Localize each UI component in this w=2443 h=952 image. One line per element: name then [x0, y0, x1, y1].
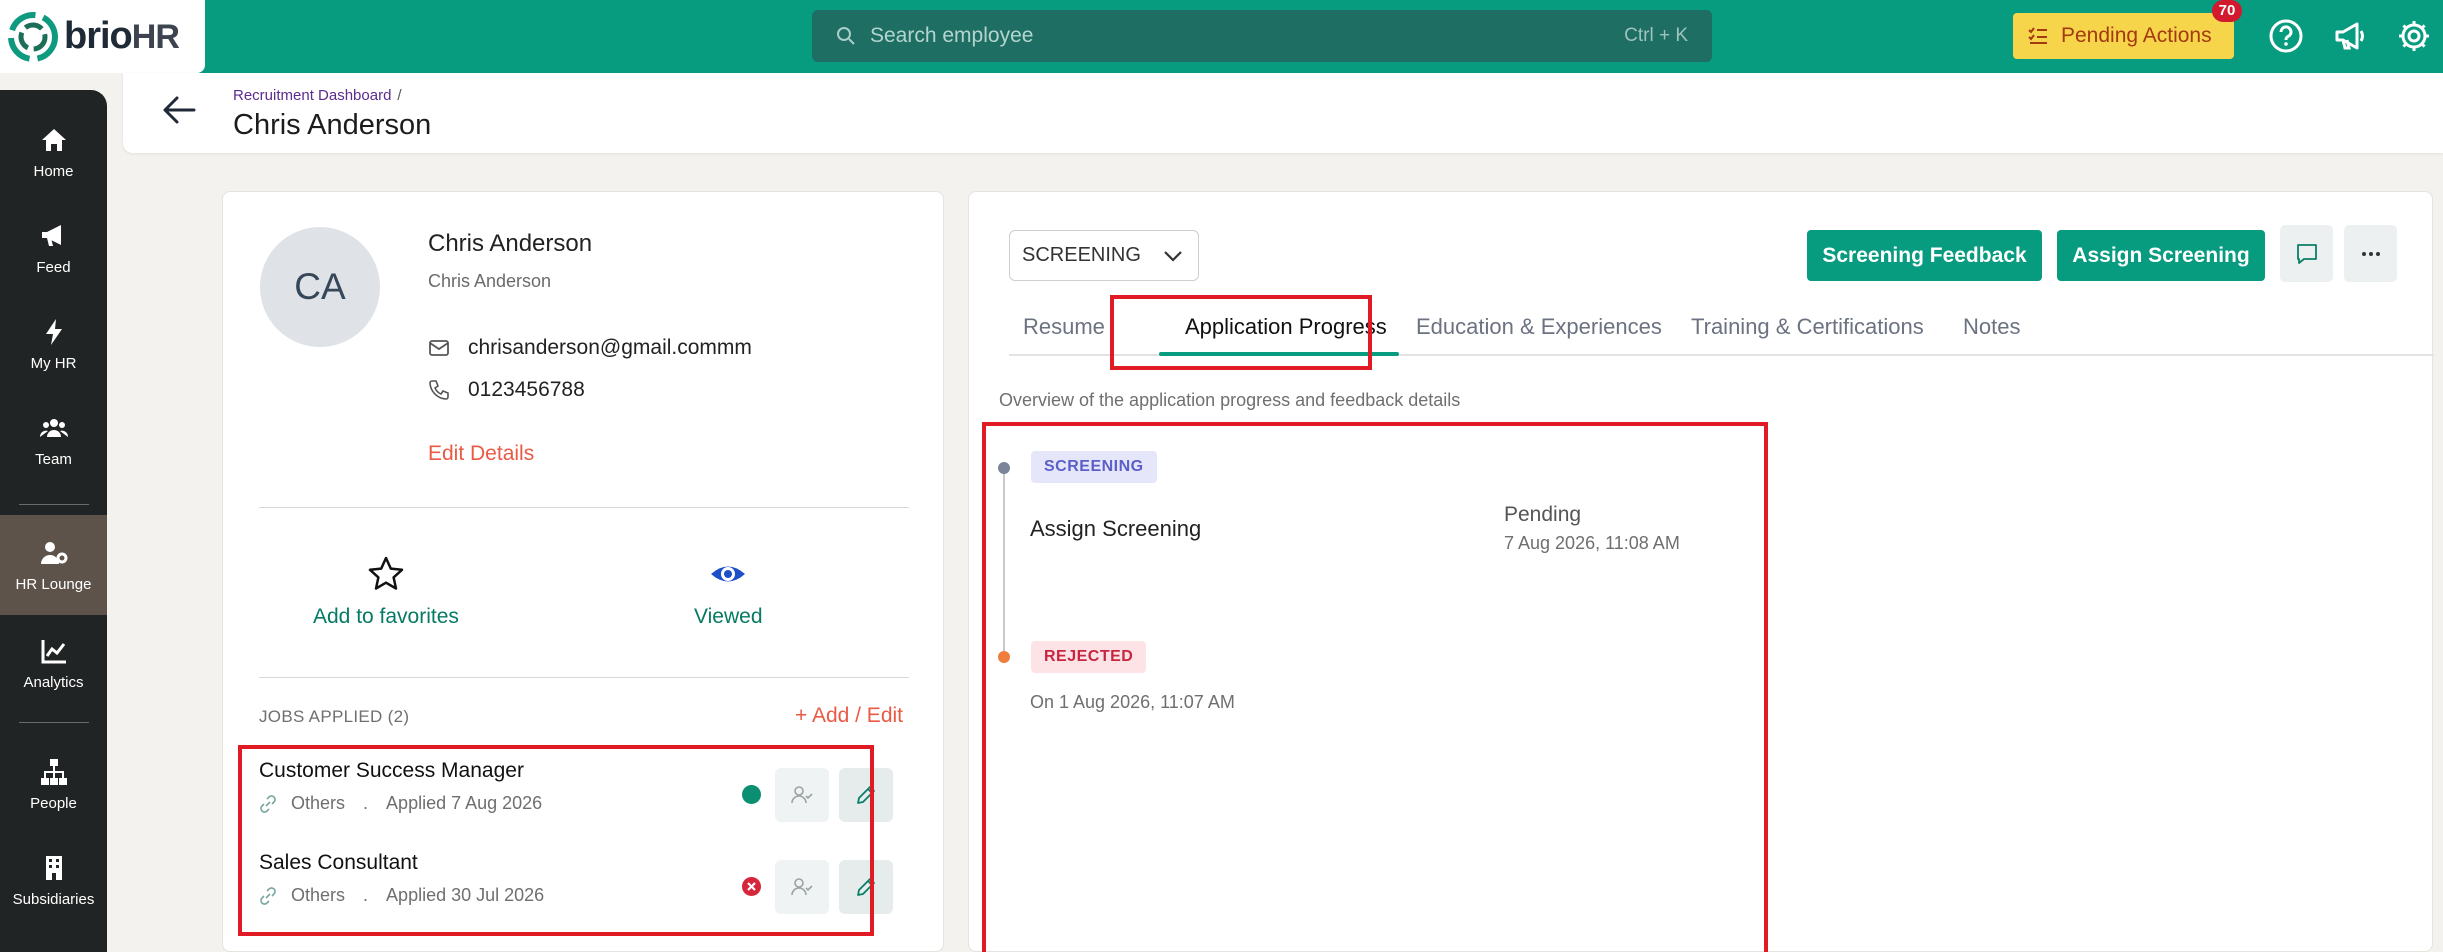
chart-icon [41, 639, 66, 663]
checklist-icon [2028, 27, 2047, 44]
help-icon[interactable] [2268, 18, 2304, 54]
sidebar-item-home[interactable]: Home [0, 106, 107, 198]
pending-actions-button[interactable]: Pending Actions [2013, 13, 2234, 59]
candidate-profile-card: CA Chris Anderson Chris Anderson chrisan… [222, 191, 944, 952]
viewed-indicator: Viewed [694, 555, 763, 629]
candidate-phone: 0123456788 [468, 378, 585, 401]
sidebar-item-my-hr[interactable]: My HR [0, 298, 107, 390]
add-to-favorites-label: Add to favorites [313, 605, 459, 628]
sidebar-divider [19, 722, 89, 723]
home-icon [41, 128, 66, 151]
sidebar-item-team[interactable]: Team [0, 394, 107, 486]
comment-button[interactable] [2280, 225, 2333, 282]
sidebar-item-label: Home [33, 162, 74, 180]
more-options-button[interactable] [2344, 225, 2397, 282]
pending-count-badge: 70 [2212, 0, 2242, 22]
jobs-applied-title: JOBS APPLIED (2) [259, 707, 410, 726]
sidebar-item-label: HR Lounge [15, 575, 92, 593]
email-row: chrisanderson@gmail.commm [428, 336, 752, 360]
candidate-subtitle: Chris Anderson [428, 271, 552, 291]
chevron-down-icon [1164, 250, 1182, 262]
sidebar-item-analytics[interactable]: Analytics [0, 617, 107, 709]
mail-icon [429, 340, 449, 356]
stage-select[interactable]: SCREENING [1009, 230, 1199, 281]
phone-row: 0123456788 [428, 378, 585, 402]
tab-notes[interactable]: Notes [1963, 314, 2020, 340]
edit-details-link[interactable]: Edit Details [428, 442, 534, 466]
sidebar-item-label: People [30, 794, 77, 812]
search-icon [837, 27, 855, 45]
highlight-box [1110, 295, 1372, 370]
bolt-icon [45, 318, 62, 345]
user-gear-icon [40, 541, 67, 564]
page-header: Recruitment Dashboard / Chris Anderson [123, 73, 2443, 153]
search-shortcut: Ctrl + K [1624, 25, 1688, 46]
brand-name: brioHR [64, 15, 180, 57]
sidebar-item-feed[interactable]: Feed [0, 202, 107, 294]
stage-value: SCREENING [1022, 244, 1141, 266]
assign-screening-button[interactable]: Assign Screening [2057, 230, 2265, 281]
sidebar-item-label: Team [35, 450, 72, 468]
sidebar-item-hr-lounge[interactable]: HR Lounge [0, 515, 107, 615]
pending-actions-label: Pending Actions [2061, 24, 2212, 47]
eye-icon [711, 566, 746, 582]
more-icon [2361, 251, 2380, 256]
viewed-label: Viewed [694, 605, 763, 628]
megaphone-icon [41, 224, 61, 246]
breadcrumb-separator: / [397, 87, 402, 104]
sidebar-item-subsidiaries[interactable]: Subsidiaries [0, 834, 107, 926]
star-icon [368, 556, 404, 590]
search-placeholder: Search employee [870, 24, 1034, 47]
candidate-detail-card: SCREENING Screening Feedback Assign Scre… [968, 191, 2434, 952]
breadcrumb-link[interactable]: Recruitment Dashboard [233, 87, 391, 104]
sidebar-item-label: Analytics [23, 673, 84, 691]
screening-feedback-button[interactable]: Screening Feedback [1807, 230, 2042, 281]
candidate-name: Chris Anderson [428, 230, 593, 257]
divider [259, 507, 909, 508]
back-arrow-icon[interactable] [160, 91, 198, 129]
search-input[interactable]: Search employee Ctrl + K [812, 10, 1712, 62]
tab-training-certifications[interactable]: Training & Certifications [1691, 314, 1924, 340]
tab-education-experiences[interactable]: Education & Experiences [1416, 314, 1662, 340]
sidebar-item-label: Subsidiaries [12, 890, 95, 908]
building-icon [45, 855, 62, 880]
brio-logo-icon [8, 11, 58, 62]
top-bar: brioHR Search employee Ctrl + K Pending … [0, 0, 2443, 73]
sidebar-item-people[interactable]: People [0, 738, 107, 830]
add-edit-jobs-link[interactable]: + Add / Edit [795, 704, 903, 728]
candidate-email: chrisanderson@gmail.commm [468, 336, 752, 359]
divider [259, 677, 909, 678]
phone-icon [429, 380, 449, 400]
announcement-icon[interactable] [2333, 18, 2369, 54]
brio-hr-logo[interactable]: brioHR [0, 0, 205, 73]
team-icon [39, 418, 68, 437]
settings-icon[interactable] [2396, 18, 2432, 54]
org-chart-icon [40, 758, 67, 785]
sidebar-divider [19, 504, 89, 505]
tab-resume[interactable]: Resume [1023, 314, 1105, 340]
page-title: Chris Anderson [233, 109, 432, 141]
breadcrumb[interactable]: Recruitment Dashboard / [233, 87, 402, 104]
sidebar-item-label: Feed [36, 258, 71, 276]
sidebar-item-label: My HR [30, 354, 77, 372]
sidebar: Home Feed My HR Team HR Lounge Analytics… [0, 90, 107, 952]
highlight-box [982, 422, 1768, 952]
comment-icon [2296, 243, 2317, 264]
avatar: CA [260, 227, 380, 347]
highlight-box [238, 745, 874, 936]
overview-text: Overview of the application progress and… [999, 390, 1461, 410]
add-to-favorites-button[interactable]: Add to favorites [313, 555, 459, 629]
